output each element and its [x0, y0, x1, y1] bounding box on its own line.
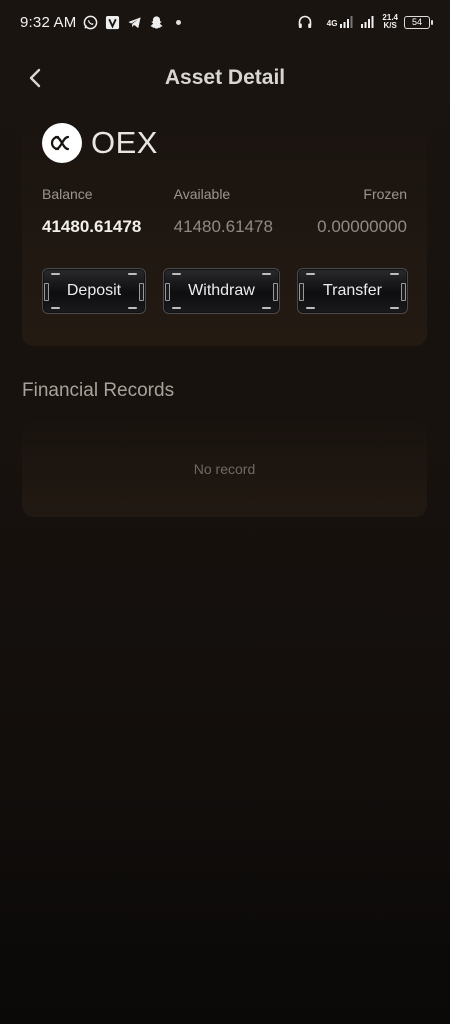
balance-value: 41480.61478 — [42, 217, 142, 236]
headphones-icon — [297, 14, 313, 30]
coin-header: OEX — [42, 123, 158, 163]
notification-dot — [176, 19, 182, 25]
asset-card: OEX Balance Available Frozen 41480.61478… — [22, 110, 427, 346]
deposit-button[interactable]: Deposit — [42, 268, 146, 314]
chevron-left-icon — [29, 68, 41, 88]
oex-logo-icon — [42, 123, 82, 163]
frozen-label: Frozen — [363, 186, 407, 202]
whatsapp-icon — [82, 14, 98, 30]
available-value: 41480.61478 — [173, 217, 273, 236]
records-section-title: Financial Records — [22, 380, 175, 401]
signal-bars-icon — [360, 14, 376, 30]
signal-4g-icon: 4G — [327, 16, 355, 28]
withdraw-button-label: Withdraw — [188, 282, 255, 299]
withdraw-button[interactable]: Withdraw — [163, 268, 280, 314]
asset-actions: Deposit Withdraw Transfer — [42, 268, 408, 314]
balance-label: Balance — [42, 186, 93, 202]
transfer-button-label: Transfer — [323, 282, 382, 299]
records-list: No record — [22, 421, 427, 517]
telegram-icon — [126, 14, 142, 30]
status-bar: 9:32 AM 4G 21.4 K/S 54 — [0, 0, 450, 44]
v-app-icon — [104, 14, 120, 30]
transfer-button[interactable]: Transfer — [297, 268, 408, 314]
battery-level: 54 — [411, 17, 422, 27]
status-time: 9:32 AM — [20, 13, 77, 31]
empty-state-text: No record — [193, 461, 256, 477]
frozen-value: 0.00000000 — [317, 217, 407, 236]
page-header: Asset Detail — [0, 56, 450, 100]
available-label: Available — [173, 186, 231, 202]
back-button[interactable] — [24, 66, 48, 90]
battery-icon: 54 — [404, 15, 433, 29]
snapchat-icon — [148, 14, 164, 30]
coin-name: OEX — [91, 125, 158, 160]
network-type-label: 4G — [326, 19, 338, 28]
deposit-button-label: Deposit — [66, 282, 122, 299]
stat-values: 41480.61478 41480.61478 0.00000000 — [42, 217, 407, 237]
status-bar-left: 9:32 AM — [20, 13, 182, 31]
stat-labels: Balance Available Frozen — [42, 186, 407, 202]
status-bar-right: 4G 21.4 K/S 54 — [297, 14, 433, 30]
balance-stats: Balance Available Frozen 41480.61478 414… — [42, 186, 407, 237]
network-speed-unit: K/S — [383, 21, 397, 30]
page-title: Asset Detail — [164, 66, 286, 89]
network-speed: 21.4 K/S — [382, 14, 398, 30]
